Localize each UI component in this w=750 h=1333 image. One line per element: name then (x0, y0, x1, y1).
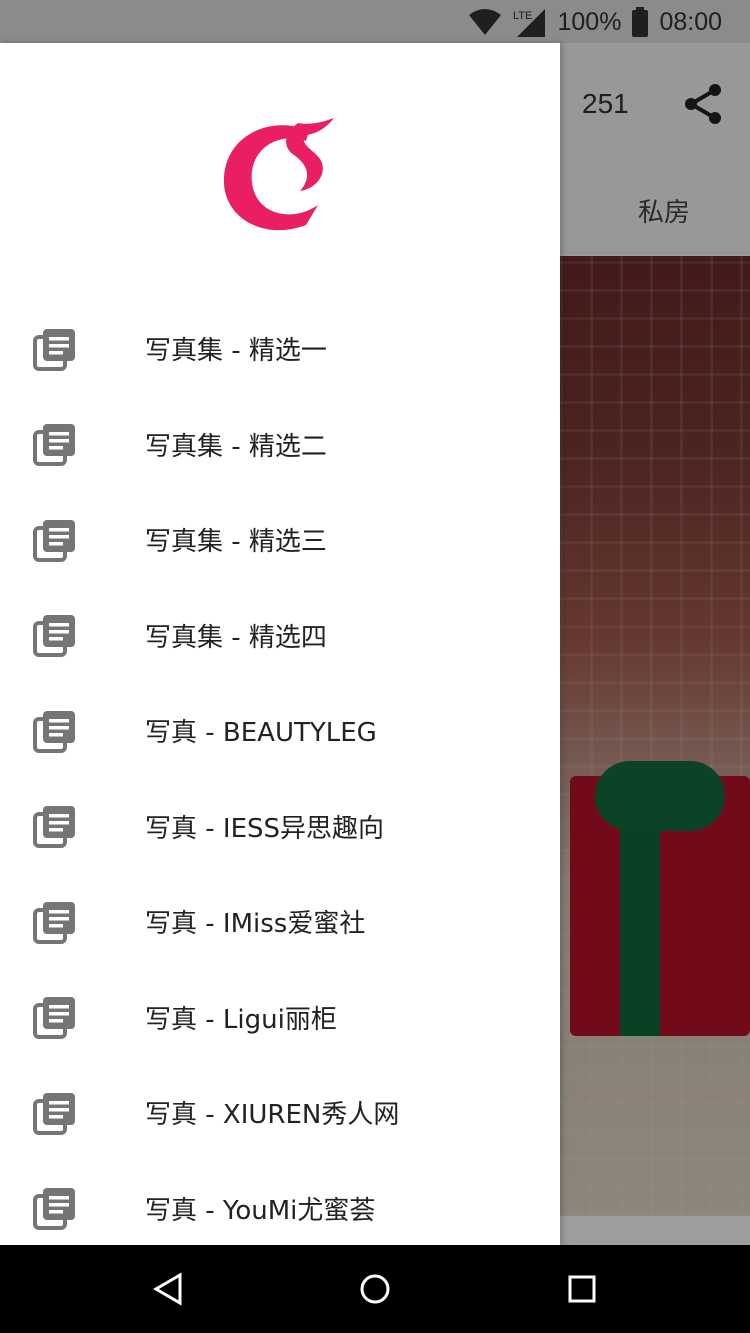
drawer-menu-item-label: 写真集 - 精选二 (145, 431, 327, 462)
drawer-menu-item[interactable]: 写真集 - 精选三 (0, 492, 560, 588)
navigation-drawer: 写真集 - 精选一 写真集 - 精选二 写真集 - 精选三 写真集 - 精选四 写真 -… (0, 43, 560, 1245)
drawer-menu-item[interactable]: 写真 - XIUREN秀人网 (0, 1065, 560, 1161)
drawer-menu-item[interactable]: 写真 - Ligui丽柜 (0, 970, 560, 1066)
drawer-menu-item-label: 写真 - BEAUTYLEG (145, 718, 377, 749)
drawer-menu-item-label: 写真集 - 精选四 (145, 622, 327, 653)
drawer-menu-item[interactable]: 写真 - BEAUTYLEG (0, 683, 560, 779)
drawer-menu-item[interactable]: 写真集 - 精选四 (0, 588, 560, 684)
drawer-menu-item-label: 写真 - IESS异思趣向 (145, 813, 385, 844)
photo-album-icon (33, 613, 77, 658)
drawer-menu-item-label: 写真集 - 精选一 (145, 336, 327, 367)
photo-album-icon (33, 327, 77, 371)
drawer-menu-item[interactable]: 写真集 - 精选一 (0, 301, 560, 397)
photo-album-icon (33, 804, 77, 849)
photo-album-icon (33, 1186, 77, 1231)
app-logo (223, 118, 334, 231)
photo-album-icon (33, 1091, 77, 1135)
drawer-menu: 写真集 - 精选一 写真集 - 精选二 写真集 - 精选三 写真集 - 精选四 写真 -… (0, 301, 560, 1256)
navigation-bar (0, 1245, 750, 1333)
drawer-menu-item-label: 写真集 - 精选三 (145, 527, 327, 558)
photo-album-icon (33, 900, 77, 944)
back-icon[interactable] (146, 1267, 190, 1311)
drawer-menu-item[interactable]: 写真 - IMiss爱蜜社 (0, 874, 560, 970)
photo-album-icon (33, 422, 77, 467)
home-icon[interactable] (353, 1267, 397, 1311)
drawer-menu-item[interactable]: 写真 - YouMi尤蜜荟 (0, 1161, 560, 1257)
photo-album-icon (33, 709, 77, 753)
drawer-menu-item-label: 写真 - IMiss爱蜜社 (145, 909, 366, 940)
drawer-menu-item[interactable]: 写真 - IESS异思趣向 (0, 779, 560, 875)
photo-album-icon (33, 995, 77, 1040)
drawer-menu-item[interactable]: 写真集 - 精选二 (0, 397, 560, 493)
drawer-menu-item-label: 写真 - XIUREN秀人网 (145, 1100, 400, 1131)
photo-album-icon (33, 518, 77, 562)
drawer-menu-item-label: 写真 - Ligui丽柜 (145, 1004, 337, 1035)
drawer-menu-item-label: 写真 - YouMi尤蜜荟 (145, 1195, 376, 1226)
recents-icon[interactable] (560, 1267, 604, 1311)
